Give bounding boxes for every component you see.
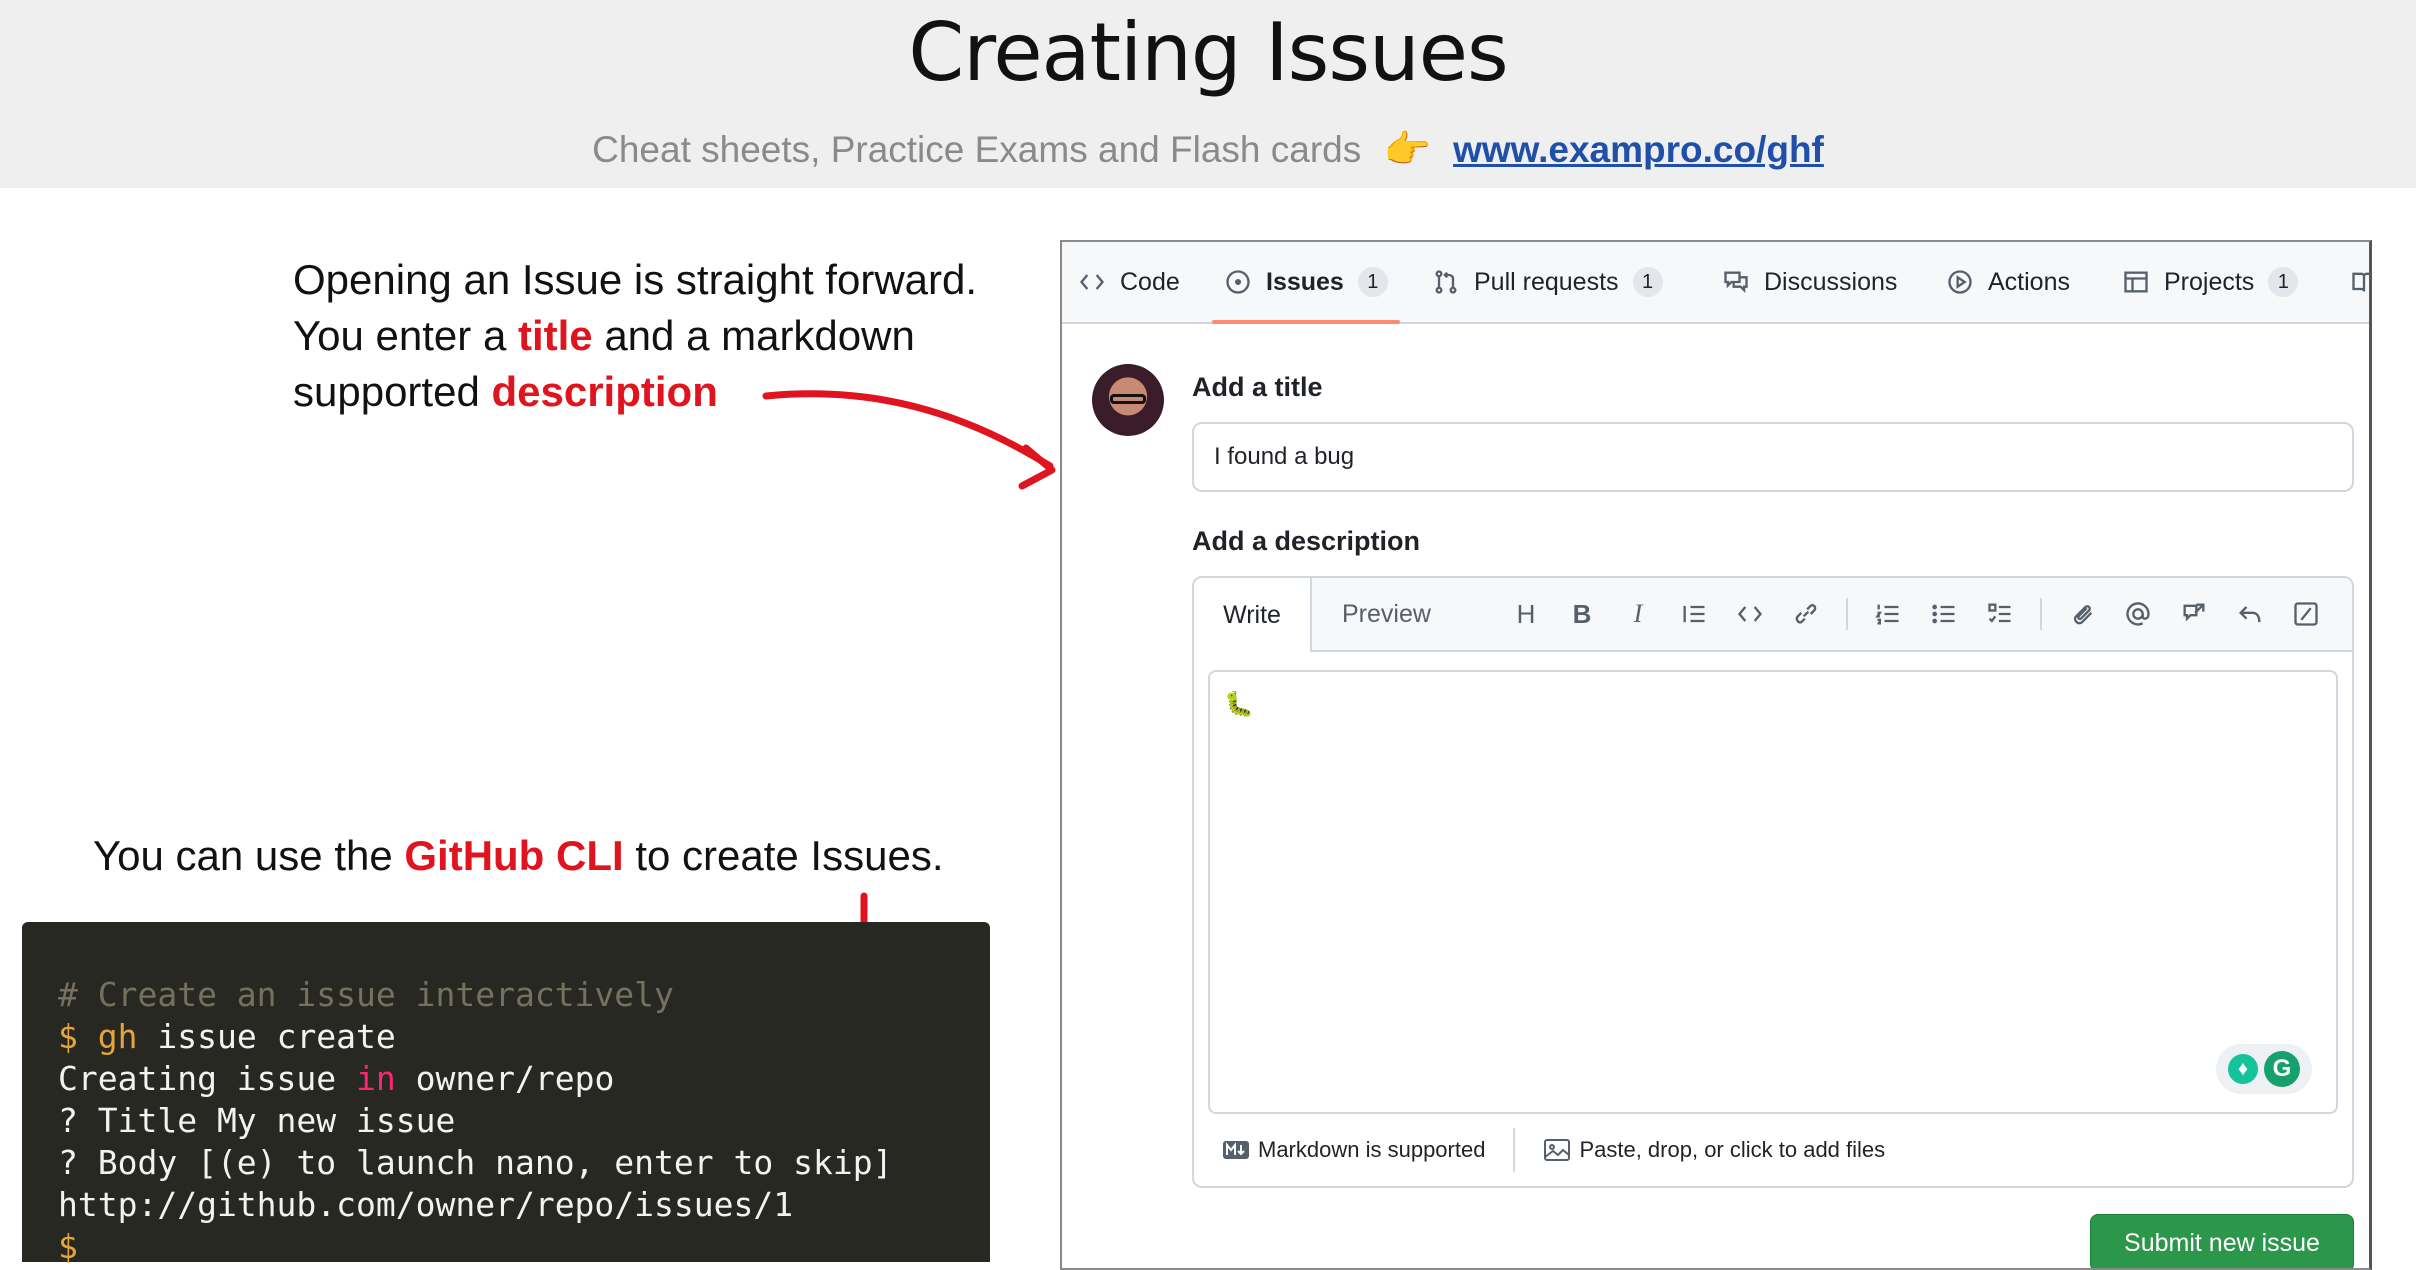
link-glyph <box>1795 604 1817 624</box>
task-list-icon[interactable] <box>1982 596 2018 632</box>
pr-count-badge: 1 <box>1632 267 1663 297</box>
discussions-icon <box>1724 271 1748 293</box>
add-title-label: Add a title <box>1192 372 1323 402</box>
grammarly-logo-icon: G <box>2264 1051 2300 1087</box>
tab-write[interactable]: Write <box>1194 578 1312 652</box>
image-icon <box>1544 1139 1571 1161</box>
repo-nav-tabs: Code Issues 1 Pull requests 1 Discussion… <box>1062 242 2369 324</box>
tab-label: Code <box>1120 267 1180 296</box>
tab-pull-requests[interactable]: Pull requests 1 <box>1432 242 1663 322</box>
terminal-output-body: ? Body [(e) to launch nano, enter to ski… <box>58 1143 893 1182</box>
tab-label: Issues <box>1266 267 1344 296</box>
issue-opened-icon <box>1226 270 1250 294</box>
table-icon <box>2124 271 2148 293</box>
bold-icon[interactable]: B <box>1564 596 1600 632</box>
tab-label: Actions <box>1988 267 2070 296</box>
grammarly-suggestion-icon: ♦ <box>2228 1054 2258 1084</box>
terminal-text: owner/repo <box>395 1059 615 1098</box>
ordered-list-icon[interactable] <box>1870 596 1906 632</box>
markdown-supported-text: Markdown is supported <box>1258 1137 1486 1162</box>
terminal-comment: # Create an issue interactively <box>58 975 674 1014</box>
terminal-output-title: ? Title My new issue <box>58 1101 456 1140</box>
terminal-output-creating: Creating issue in owner/repo <box>58 1058 990 1100</box>
undo-icon[interactable] <box>2232 596 2268 632</box>
reference-glyph <box>2183 603 2205 622</box>
tab-label: Discussions <box>1764 267 1898 296</box>
description-textarea[interactable]: 🐛 ♦ G <box>1208 670 2338 1114</box>
terminal-command: $ gh issue create <box>58 1016 990 1058</box>
undo-glyph <box>2239 606 2261 623</box>
description-editor: Write Preview H B I 🐛 ♦ G Markdown is su… <box>1192 576 2354 1188</box>
cli-note: You can use the GitHub CLI to create Iss… <box>93 832 944 880</box>
cli-note-text: to create Issues. <box>623 832 944 879</box>
arrow-to-form <box>762 390 1054 470</box>
tab-projects[interactable]: Projects 1 <box>2122 242 2299 322</box>
add-description-label: Add a description <box>1192 526 1421 556</box>
bug-emoji-icon: 🐛 <box>1224 691 1254 718</box>
slash-glyph <box>2294 602 2318 626</box>
terminal-cmd-rest: issue create <box>137 1017 396 1056</box>
grammarly-widget[interactable]: ♦ G <box>2216 1044 2312 1094</box>
active-tab-underline <box>1212 320 1400 324</box>
play-icon <box>1948 270 1972 294</box>
attach-files-text: Paste, drop, or click to add files <box>1579 1137 1886 1162</box>
terminal-prompt: $ <box>58 1017 98 1056</box>
tab-actions[interactable]: Actions <box>1946 242 2070 322</box>
code-icon <box>1079 274 1105 290</box>
attach-files-link[interactable]: Paste, drop, or click to add files <box>1543 1137 1885 1163</box>
markdown-supported-link[interactable]: Markdown is supported <box>1222 1137 1485 1163</box>
quote-icon[interactable] <box>1676 596 1712 632</box>
tab-wiki-partial[interactable] <box>2350 242 2369 322</box>
toolbar-divider <box>1846 598 1848 630</box>
code-icon[interactable] <box>1732 596 1768 632</box>
task-list-glyph <box>1988 603 2011 623</box>
pull-request-icon <box>1435 270 1457 294</box>
cli-note-text: You can use the <box>93 832 405 879</box>
tab-label: Pull requests <box>1474 267 1619 296</box>
tab-label: Projects <box>2164 267 2255 296</box>
avatar[interactable] <box>1092 364 1164 436</box>
terminal-text: Creating issue <box>58 1059 357 1098</box>
unordered-list-icon[interactable] <box>1926 596 1962 632</box>
issues-count-badge: 1 <box>1357 267 1388 297</box>
quote-glyph <box>1683 605 1705 623</box>
editor-footer: Markdown is supported Paste, drop, or cl… <box>1194 1114 2352 1186</box>
slash-command-icon[interactable] <box>2288 596 2324 632</box>
attach-glyph <box>2073 605 2093 625</box>
markdown-icon <box>1223 1141 1249 1159</box>
italic-icon[interactable]: I <box>1620 596 1656 632</box>
mention-glyph <box>2126 602 2150 626</box>
issue-title-input[interactable]: I found a bug <box>1192 422 2354 492</box>
link-icon[interactable] <box>1788 596 1824 632</box>
avatar-glasses <box>1110 394 1146 404</box>
footer-divider <box>1513 1128 1516 1172</box>
terminal-keyword: in <box>356 1059 396 1098</box>
mention-icon[interactable] <box>2120 596 2156 632</box>
terminal-gh: gh <box>97 1017 138 1056</box>
editor-header: Write Preview H B I <box>1194 578 2352 652</box>
toolbar-divider <box>2040 598 2042 630</box>
tab-code[interactable]: Code <box>1078 242 1180 322</box>
github-new-issue-panel: Code Issues 1 Pull requests 1 Discussion… <box>1060 240 2372 1270</box>
attach-icon[interactable] <box>2064 596 2100 632</box>
terminal-output-url: http://github.com/owner/repo/issues/1 <box>58 1185 794 1224</box>
terminal-window: # Create an issue interactively $ gh iss… <box>22 922 990 1266</box>
projects-count-badge: 1 <box>2268 267 2299 297</box>
heading-icon[interactable]: H <box>1508 596 1544 632</box>
cli-note-highlight: GitHub CLI <box>404 832 624 879</box>
tab-issues[interactable]: Issues 1 <box>1212 242 1400 324</box>
tab-preview[interactable]: Preview <box>1342 578 1431 650</box>
tab-discussions[interactable]: Discussions <box>1722 242 1897 322</box>
reference-icon[interactable] <box>2176 596 2212 632</box>
code-glyph <box>1737 606 1763 622</box>
unordered-list-glyph <box>1932 604 1955 624</box>
ordered-list-glyph <box>1875 604 1899 625</box>
book-icon <box>2352 272 2369 292</box>
